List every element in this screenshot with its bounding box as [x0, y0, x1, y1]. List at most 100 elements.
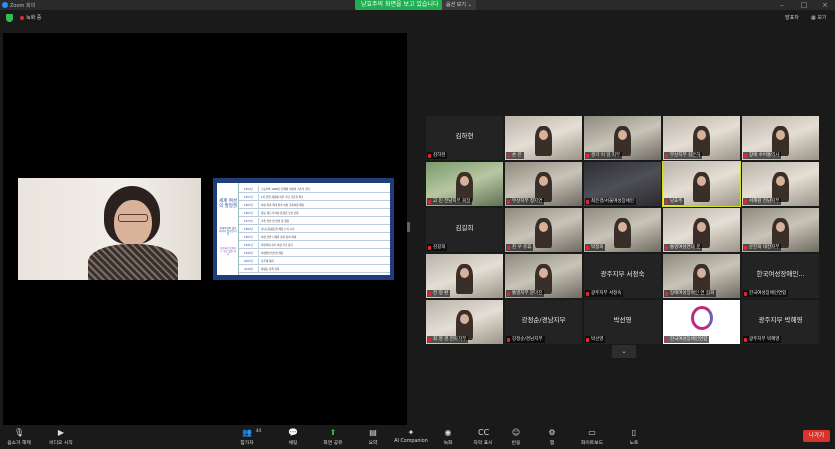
participant-video [614, 218, 631, 248]
participant-name-tag: 김하현 [427, 152, 448, 159]
presentation-slide: 세계 여성의 발정권 장애여성의 발판 나아가 발전된 리더 자료에서 찾아보는… [213, 178, 394, 280]
share-label: 화면 공유 [323, 441, 343, 446]
participant-display-name: 광주지부 박혜영 [758, 316, 803, 324]
participant-name-tag: 최 영 경 전북지부 [427, 336, 469, 343]
chat-button[interactable]: 💬 채팅 [283, 428, 303, 448]
captions-label: 자막 표시 [473, 441, 493, 446]
view-options-button[interactable]: 옵션 보기 ⌄ [442, 0, 476, 10]
grid-icon: ▦ [811, 15, 816, 21]
slide-table-row: 1963년 여성 참여 확대 최초 여성 국회의원 배출 [239, 202, 390, 209]
view-button[interactable]: ▦ 보기 [808, 14, 830, 22]
participant-tile[interactable]: 최 영 경 전북지부 [426, 300, 503, 344]
participant-name-tag: 통영지부 문미진 [506, 290, 545, 297]
participant-tile[interactable]: 김하현 김하현 [426, 116, 503, 160]
participant-tile[interactable]: 장애여성장애인 연 합회 [663, 254, 740, 298]
recording-indicator[interactable]: 녹화 중 [20, 14, 41, 21]
share-screen-icon: ⬆ [329, 428, 337, 437]
minimize-icon[interactable]: – [773, 0, 791, 10]
participant-tile[interactable]: 부산지부 김은하 [663, 116, 740, 160]
chat-label: 채팅 [288, 441, 298, 446]
participant-tile[interactable]: 강정순/경남지부 강정순/경남지부 [505, 300, 582, 344]
reactions-button[interactable]: ☺ 반응 [508, 428, 524, 448]
summary-button[interactable]: ▤ 요약 [364, 428, 382, 448]
slide-side-subtitle-2: 자료에서 찾아보는 주요 발판 역사 [219, 247, 237, 256]
participant-name-tag: 강정순/경남지부 [506, 336, 545, 343]
captions-button[interactable]: CC 자막 표시 [470, 428, 496, 448]
presenter-body [88, 244, 178, 280]
slide-table-row: 1991년 지방의회 선거 여성 후보 증가 [239, 242, 390, 249]
slide-row-year: 1973년 [239, 218, 259, 225]
video-off-icon: ▶ [57, 428, 65, 437]
slide-row-year: 1995년 [239, 250, 259, 257]
notes-button[interactable]: ▯ 노트 [627, 428, 641, 448]
participant-tile[interactable]: 냥효주 [662, 161, 741, 207]
participant-tile[interactable]: 박선영 박선영 [584, 300, 661, 344]
security-shield-icon[interactable] [6, 14, 13, 22]
meeting-top-bar: 녹화 중 발표자 ▦ 보기 [0, 10, 835, 26]
presenter-glasses [118, 214, 148, 222]
participant-tile[interactable]: 광주지부 서정숙 광주지부 서정숙 [584, 254, 661, 298]
participant-tile[interactable]: 한국여성장애인연합 [663, 300, 740, 344]
participant-tile[interactable]: 최은경/서울여성장애인 [584, 162, 661, 206]
leave-button[interactable]: 나가기 [803, 430, 830, 442]
presenter-face [114, 200, 152, 246]
slide-table-row: 1995년 여성발전기본법 제정 [239, 250, 390, 257]
slide-table-row: 1987년 여성 관련 단체의 정치 참여 확대 [239, 234, 390, 241]
gallery-next-page-button[interactable]: ⌄ [612, 345, 636, 358]
participant-tile[interactable]: 광주지부 박혜영 광주지부 박혜영 [742, 300, 819, 344]
video-label: 비디오 시작 [49, 441, 73, 446]
participant-name-tag: 고 민 전남지부 회장 [427, 198, 473, 205]
participant-display-name: 박선영 [613, 316, 632, 324]
participant-tile[interactable]: 손 은 [505, 116, 582, 160]
notes-label: 노트 [629, 441, 639, 446]
maximize-icon[interactable]: □ [795, 0, 813, 10]
participant-name-tag: 박정희 [585, 244, 606, 251]
speaker-view-button[interactable]: 발표자 [782, 14, 802, 22]
mute-button[interactable]: 🎙 음소거 해제 [5, 428, 33, 448]
whiteboard-button[interactable]: ▭ 화이트보드 [578, 428, 606, 448]
slide-row-text: 여성 참여 확대 최초 여성 국회의원 배출 [261, 204, 305, 207]
chevron-down-icon: ⌄ [467, 2, 472, 8]
mute-label: 음소거 해제 [7, 441, 31, 446]
participants-button[interactable]: 👥 44 참가자 [234, 428, 262, 448]
slide-content: 세계 여성의 발정권 장애여성의 발판 나아가 발전된 리더 자료에서 찾아보는… [217, 183, 390, 275]
meeting-toolbar: 🎙 음소거 해제 ▶ 비디오 시작 👥 44 참가자 💬 채팅 ⬆ 화면 공유 ▤ 요약 ✦ A… [0, 425, 835, 449]
resize-handle[interactable] [407, 222, 410, 232]
participant-display-name: 한국여성장애인... [756, 270, 805, 278]
ai-companion-button[interactable]: ✦ AI Companion [392, 428, 430, 448]
start-video-button[interactable]: ▶ 비디오 시작 [45, 428, 77, 448]
participant-tile[interactable]: 전 정 환 [426, 254, 503, 298]
slide-table-row: 1984년 남녀고용평등법 제정 논의 시작 [239, 226, 390, 233]
participant-tile[interactable]: 박정희 [584, 208, 661, 252]
close-icon[interactable]: × [816, 0, 834, 10]
participant-tile[interactable]: 부산지부 정지연 [505, 162, 582, 206]
apps-button[interactable]: ⚙ 앱 [546, 428, 558, 448]
participant-tile[interactable]: 한국여성장애인... 한국여성장애인연합 [742, 254, 819, 298]
participant-tile[interactable]: 통영여성연대 문 [663, 208, 740, 252]
participant-display-name: 강정순/경남지부 [521, 316, 566, 324]
participant-tile[interactable]: 통영지부 문미진 [505, 254, 582, 298]
participant-tile[interactable]: 서혜원 전남지부 [742, 162, 819, 206]
participant-name-tag: 문진희 대전지부 [743, 244, 782, 251]
slide-row-text: 1차 헌법 개정에 의한 국민 기본권 확보 [261, 196, 304, 199]
participant-tile[interactable]: 김길희 김길희 [426, 208, 503, 252]
participant-tile[interactable]: 장애 수어통역사 [742, 116, 819, 160]
record-icon: ◉ [444, 428, 452, 437]
reactions-icon: ☺ [511, 428, 521, 437]
participants-count: 44 [256, 428, 262, 433]
chevron-down-icon: ⌄ [621, 348, 627, 355]
participant-video [693, 172, 710, 202]
participant-tile[interactable]: 진 우 유휴 [505, 208, 582, 252]
slide-sidebar: 세계 여성의 발정권 장애여성의 발판 나아가 발전된 리더 자료에서 찾아보는… [217, 183, 239, 275]
participant-name-tag: 장애여성장애인 연 합회 [664, 290, 717, 297]
slide-row-year: 2005년 [239, 258, 259, 265]
participant-tile[interactable]: 고 민 전남지부 회장 [426, 162, 503, 206]
participant-tile[interactable]: 경기 이 일 지부 [584, 116, 661, 160]
record-button[interactable]: ◉ 녹화 [440, 428, 456, 448]
share-screen-button[interactable]: ⬆ 화면 공유 [318, 428, 348, 448]
participant-tile[interactable]: 문진희 대전지부 [742, 208, 819, 252]
notes-icon: ▯ [631, 428, 637, 437]
participant-video [456, 264, 473, 294]
ai-sparkle-icon: ✦ [407, 428, 415, 437]
participant-name-tag: 장애 수어통역사 [743, 152, 782, 159]
